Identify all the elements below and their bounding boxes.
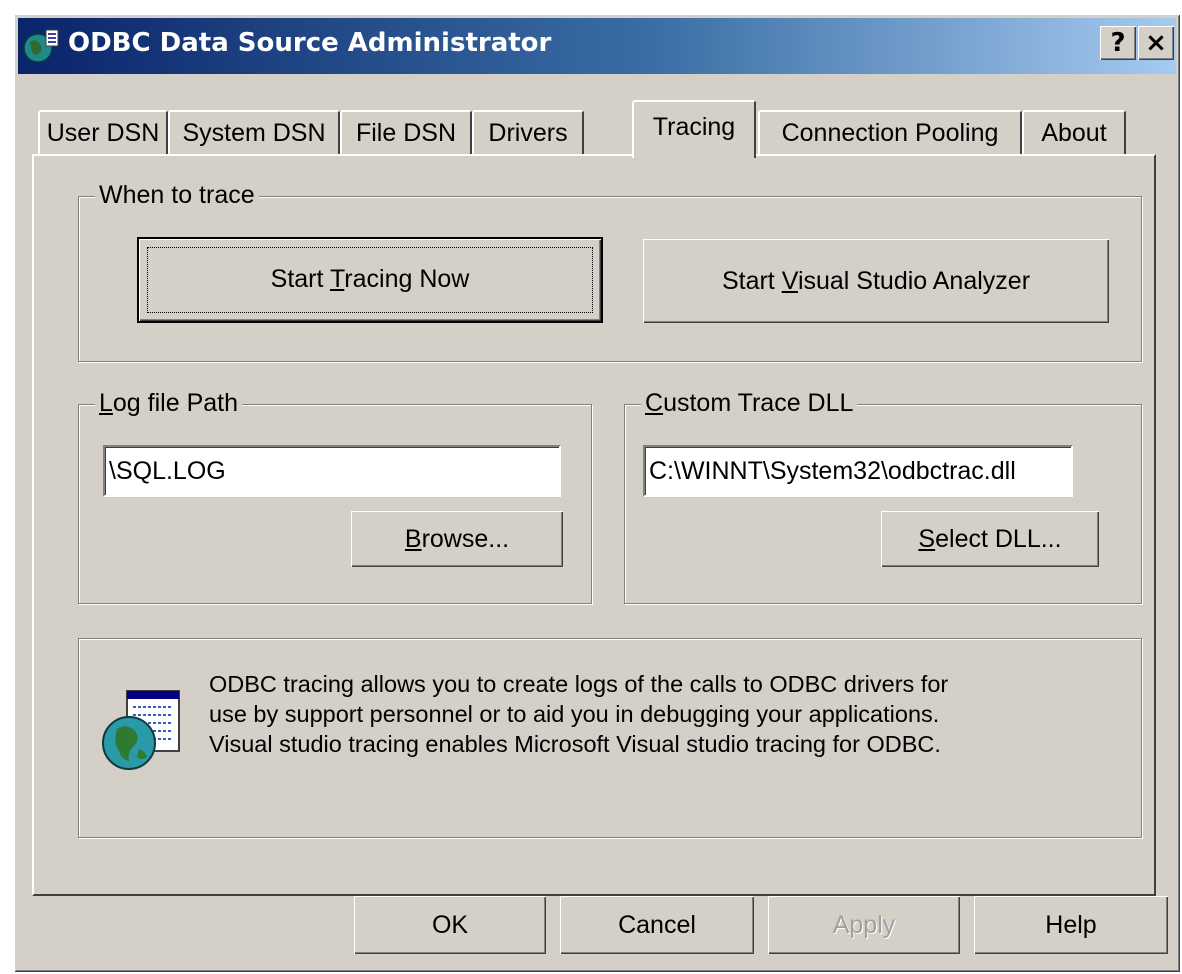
tab-label: Drivers xyxy=(488,119,568,147)
info-box: ODBC tracing allows you to create logs o… xyxy=(78,638,1142,838)
tab-drivers[interactable]: Drivers xyxy=(472,110,584,156)
globe-document-icon xyxy=(102,690,180,770)
window-title: ODBC Data Source Administrator xyxy=(68,28,552,58)
apply-button[interactable]: Apply xyxy=(768,896,960,954)
when-to-trace-label: When to trace xyxy=(95,181,259,210)
title-bar[interactable]: ODBC Data Source Administrator ? × xyxy=(18,18,1176,74)
tab-connection-pooling[interactable]: Connection Pooling xyxy=(758,110,1022,156)
start-visual-studio-analyzer-button[interactable]: Start Visual Studio Analyzer xyxy=(643,239,1109,323)
info-text: ODBC tracing allows you to create logs o… xyxy=(209,669,1129,759)
ok-button[interactable]: OK xyxy=(354,896,546,954)
close-button[interactable]: × xyxy=(1138,26,1174,60)
help-title-button[interactable]: ? xyxy=(1100,26,1136,60)
tab-label: User DSN xyxy=(46,119,160,147)
globe-icon xyxy=(23,29,59,63)
accelerator-key: L xyxy=(99,389,113,417)
focus-rectangle xyxy=(147,247,593,313)
log-file-path-label: Log file Path xyxy=(95,389,242,418)
tab-about[interactable]: About xyxy=(1022,110,1126,156)
log-file-path-input[interactable]: \SQL.LOG xyxy=(103,445,561,497)
when-to-trace-group: When to trace Start Tracing Now Start Vi… xyxy=(78,181,1142,362)
tab-label: File DSN xyxy=(355,119,456,147)
accelerator-key: V xyxy=(781,267,798,295)
cancel-button[interactable]: Cancel xyxy=(560,896,754,954)
tab-tracing[interactable]: Tracing xyxy=(632,100,756,158)
custom-trace-dll-input[interactable]: C:\WINNT\System32\odbctrac.dll xyxy=(643,445,1073,497)
help-button[interactable]: Help xyxy=(974,896,1168,954)
tracing-panel: When to trace Start Tracing Now Start Vi… xyxy=(32,154,1156,896)
tab-system-dsn[interactable]: System DSN xyxy=(168,110,340,156)
log-file-path-group: Log file Path \SQL.LOG Browse... xyxy=(78,389,592,604)
accelerator-key: S xyxy=(918,525,936,553)
info-line: Visual studio tracing enables Microsoft … xyxy=(209,731,941,757)
start-tracing-now-button[interactable]: Start Tracing Now xyxy=(137,237,603,323)
select-dll-button[interactable]: Select DLL... xyxy=(881,511,1099,567)
tab-file-dsn[interactable]: File DSN xyxy=(340,110,472,156)
custom-trace-dll-label: Custom Trace DLL xyxy=(641,389,858,418)
browse-button[interactable]: Browse... xyxy=(351,511,563,567)
button-text: Start xyxy=(721,267,782,295)
accelerator-key: B xyxy=(404,525,422,553)
button-text: elect DLL... xyxy=(935,525,1062,553)
tab-label: About xyxy=(1041,119,1107,147)
group-label-text: og file Path xyxy=(112,389,238,417)
button-text: rowse... xyxy=(421,525,510,553)
tab-label: Tracing xyxy=(652,113,736,141)
button-text: isual Studio Analyzer xyxy=(797,267,1031,295)
tab-label: System DSN xyxy=(182,119,326,147)
odbc-dialog-window: ODBC Data Source Administrator ? × User … xyxy=(14,14,1180,972)
tab-user-dsn[interactable]: User DSN xyxy=(38,110,168,156)
group-label-text: ustom Trace DLL xyxy=(663,389,854,417)
tab-label: Connection Pooling xyxy=(781,119,999,147)
info-line: use by support personnel or to aid you i… xyxy=(209,701,940,727)
info-line: ODBC tracing allows you to create logs o… xyxy=(209,671,949,697)
accelerator-key: C xyxy=(645,389,664,417)
custom-trace-dll-group: Custom Trace DLL C:\WINNT\System32\odbct… xyxy=(624,389,1142,604)
